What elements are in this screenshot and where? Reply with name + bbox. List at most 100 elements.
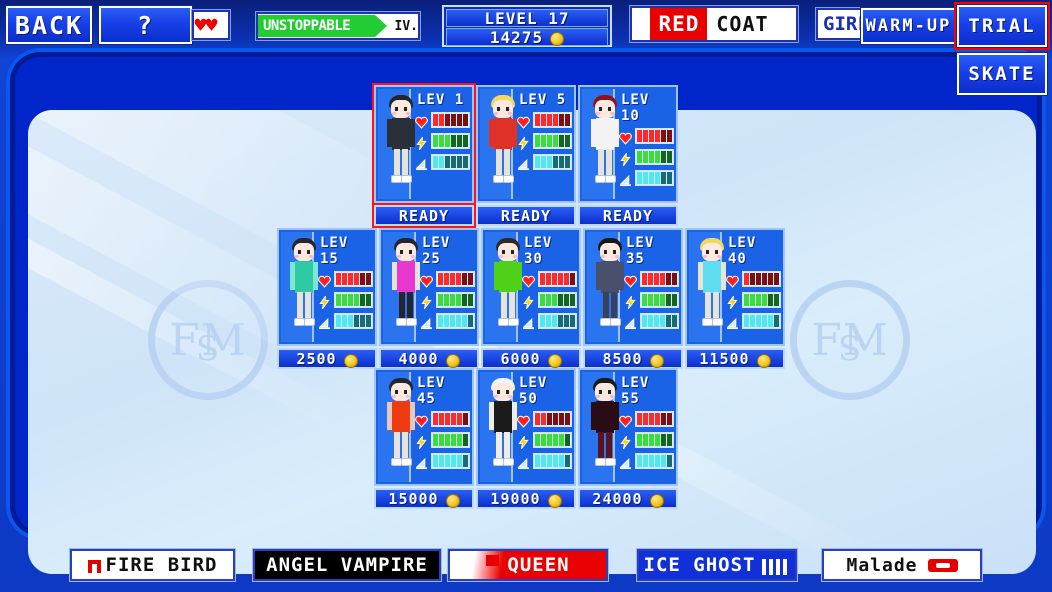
stat-row-skate (517, 154, 572, 170)
card-action-button[interactable]: 4000 (379, 348, 479, 369)
character-card[interactable]: LEV 10 READY (578, 85, 678, 226)
stat-segment (438, 294, 443, 306)
stat-segment (667, 413, 672, 425)
stat-bar-energy (436, 292, 475, 308)
stat-segment (564, 315, 569, 327)
card-action-label: 24000 (592, 489, 643, 508)
cheek (499, 255, 503, 258)
stat-bar-skate (640, 313, 679, 329)
skate-icon (420, 315, 433, 329)
stat-bar-health (742, 271, 781, 287)
team-ice-ghost-button[interactable]: ICE GHOST (636, 548, 798, 582)
torso (494, 401, 512, 433)
team-malade-label: Malade (846, 554, 918, 576)
team-malade-button[interactable]: Malade (821, 548, 983, 582)
eye (599, 390, 602, 394)
stat-segment (552, 294, 557, 306)
stat-segment (462, 294, 467, 306)
leg (611, 292, 617, 320)
character-sprite (587, 232, 624, 342)
head (294, 243, 314, 261)
card-action-button[interactable]: 8500 (583, 348, 683, 369)
eye (608, 107, 611, 111)
stat-segment (655, 434, 660, 446)
character-card[interactable]: LEV 15 2500 (277, 228, 377, 369)
card-action-button[interactable]: 2500 (277, 348, 377, 369)
back-button[interactable]: BACK (5, 5, 93, 45)
card-action-button[interactable]: READY (578, 205, 678, 226)
character-card[interactable]: LEV 55 24000 (578, 368, 678, 509)
stat-segment (450, 315, 455, 327)
team-fire-bird-button[interactable]: FIRE BIRD (69, 548, 236, 582)
lightning-icon (619, 434, 632, 449)
stat-row-energy (415, 432, 470, 449)
team-angel-vampire-button[interactable]: ANGEL VAMPIRE (252, 548, 442, 582)
leg (705, 292, 711, 320)
stat-segment (565, 114, 570, 126)
heart-icon (726, 273, 739, 288)
character-level-label: LEV 10 (621, 92, 650, 124)
leg (606, 149, 612, 177)
card-body: LEV 15 (277, 228, 377, 346)
stat-segment (451, 434, 456, 446)
card-action-label: READY (602, 206, 654, 225)
stat-segment (762, 294, 767, 306)
torso (392, 401, 410, 433)
card-action-button[interactable]: 15000 (374, 488, 474, 509)
card-action-button[interactable]: READY (476, 205, 576, 226)
character-card[interactable]: LEV 35 8500 (583, 228, 683, 369)
warmup-button[interactable]: WARM-UP (860, 7, 957, 45)
character-card[interactable]: LEV 5 READY (476, 85, 576, 226)
eye (599, 107, 602, 111)
skate-icon (517, 455, 530, 469)
stat-segment (672, 294, 677, 306)
card-action-button[interactable]: 6000 (481, 348, 581, 369)
card-body: LEV 45 (374, 368, 474, 486)
card-action-button[interactable]: 11500 (685, 348, 785, 369)
leg (598, 149, 604, 177)
torso (703, 261, 721, 293)
eye (395, 390, 398, 394)
cheek (494, 112, 498, 115)
character-card[interactable]: LEV 40 11500 (685, 228, 785, 369)
skate-button[interactable]: SKATE (956, 52, 1048, 96)
stat-segment (661, 130, 666, 142)
stat-segment (348, 294, 353, 306)
head (493, 383, 513, 401)
outfit-color-label: RED (650, 8, 708, 40)
character-card[interactable]: LEV 50 19000 (476, 368, 576, 509)
stat-segment (667, 455, 672, 467)
stat-segment (439, 156, 444, 168)
cheek (703, 255, 707, 258)
stat-segment (565, 413, 570, 425)
trial-button[interactable]: TRIAL (956, 4, 1048, 48)
card-action-button[interactable]: 24000 (578, 488, 678, 509)
top-bar: BACK ? ♥♥ UNSTOPPABLE IV. LEVEL 17 14275… (0, 0, 1052, 96)
stat-segment (774, 273, 779, 285)
eye (604, 250, 607, 254)
card-action-button[interactable]: 19000 (476, 488, 576, 509)
team-queen-button[interactable]: QUEEN (447, 548, 609, 582)
card-stats: LEV 10 (615, 89, 674, 199)
heart-icon (624, 273, 637, 288)
character-card[interactable]: LEV 45 15000 (374, 368, 474, 509)
stat-segment (546, 315, 551, 327)
help-button[interactable]: ? (98, 5, 193, 45)
character-card[interactable]: LEV 25 4000 (379, 228, 479, 369)
leg (509, 292, 515, 320)
card-action-button[interactable]: READY (374, 205, 474, 226)
stat-segment (354, 315, 359, 327)
stat-segment (450, 273, 455, 285)
cheek (610, 395, 614, 398)
character-level-label: LEV 25 (422, 235, 451, 267)
skate (503, 175, 514, 183)
character-level-label: LEV 55 (621, 375, 650, 407)
stat-segment (655, 172, 660, 184)
stat-segment (547, 156, 552, 168)
character-card[interactable]: LEV 1 READY (374, 85, 474, 226)
character-card[interactable]: LEV 30 6000 (481, 228, 581, 369)
cheek (392, 395, 396, 398)
team-fire-bird-label: FIRE BIRD (105, 554, 218, 576)
card-stats: LEV 5 (513, 89, 572, 199)
heart-icon (415, 413, 428, 428)
